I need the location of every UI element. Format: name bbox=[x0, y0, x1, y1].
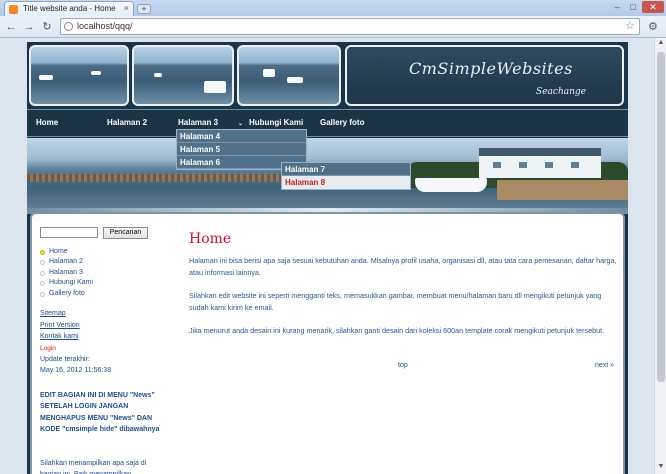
window-shape bbox=[545, 162, 553, 168]
submenu-item-halaman-4[interactable]: Halaman 4 bbox=[177, 130, 306, 143]
header-photo-3 bbox=[237, 45, 341, 106]
header-photo-1 bbox=[29, 45, 129, 106]
scroll-down-icon[interactable]: ▼ bbox=[656, 463, 666, 473]
url-text[interactable]: localhost/qqq/ bbox=[77, 19, 133, 34]
wrench-icon[interactable]: ⚙ bbox=[648, 20, 658, 33]
sidebar-item-home[interactable]: Home bbox=[40, 247, 93, 257]
new-tab-button[interactable]: + bbox=[137, 4, 151, 14]
boat-shape bbox=[415, 178, 487, 192]
submenu-item-halaman-7[interactable]: Halaman 7 bbox=[282, 163, 410, 176]
search-input[interactable] bbox=[40, 227, 98, 238]
browser-toolbar: ← → ↻ localhost/qqq/ ☆ ⚙ bbox=[0, 16, 666, 38]
page-viewport: CmSimpleWebsites Seachange Home Halaman … bbox=[0, 38, 654, 474]
site-container: CmSimpleWebsites Seachange Home Halaman … bbox=[27, 42, 628, 474]
next-link[interactable]: next » bbox=[595, 362, 614, 369]
maximize-button[interactable]: □ bbox=[626, 1, 640, 13]
boat-shape bbox=[154, 73, 162, 77]
close-window-button[interactable]: ✕ bbox=[642, 1, 664, 13]
reload-icon[interactable]: ↻ bbox=[40, 20, 54, 34]
content-paragraph: Silahkan edit website ini seperti mengga… bbox=[189, 291, 602, 312]
news-text: Silahkan menampilkan apa saja di bagian … bbox=[40, 460, 147, 474]
sidebar-item-hubungi-kami[interactable]: Hubungi Kami bbox=[40, 278, 93, 288]
login-link[interactable]: Login bbox=[40, 345, 56, 352]
scroll-up-icon[interactable]: ▲ bbox=[656, 39, 666, 49]
print-version-link[interactable]: Print Version bbox=[40, 322, 80, 329]
window-shape bbox=[493, 162, 501, 168]
window-shape bbox=[571, 162, 579, 168]
browser-titlebar: Title website anda - Home × + – □ ✕ bbox=[0, 0, 666, 16]
nav-halaman-2[interactable]: Halaman 2 bbox=[107, 118, 147, 127]
sidebar-menu: Home Halaman 2 Halaman 3 Hubungi Kami Ga… bbox=[40, 247, 93, 299]
minimize-button[interactable]: – bbox=[610, 1, 624, 13]
close-tab-icon[interactable]: × bbox=[124, 2, 129, 15]
site-logo[interactable]: CmSimpleWebsites Seachange bbox=[345, 45, 624, 106]
boat-shape bbox=[287, 77, 303, 83]
logo-subtitle: Seachange bbox=[536, 87, 586, 97]
content-paragraph: Jika menurut anda desain ini kurang mena… bbox=[189, 326, 605, 335]
nav-hubungi-kami[interactable]: Hubungi Kami bbox=[249, 118, 303, 127]
bookmark-star-icon[interactable]: ☆ bbox=[625, 19, 635, 34]
house-shape bbox=[479, 148, 601, 178]
chevron-down-icon: ⌄ bbox=[238, 121, 244, 127]
vertical-scrollbar[interactable]: ▲ ▼ bbox=[654, 38, 666, 474]
submenu-item-halaman-5[interactable]: Halaman 5 bbox=[177, 143, 306, 156]
boat-shape bbox=[263, 69, 275, 77]
back-icon[interactable]: ← bbox=[4, 20, 18, 34]
news-notice: EDIT BAGIAN INI DI MENU "News" SETELAH L… bbox=[40, 392, 160, 434]
favicon-icon bbox=[9, 5, 18, 14]
sidebar-item-halaman-3[interactable]: Halaman 3 bbox=[40, 268, 93, 278]
content-paragraph: Halaman ini bisa berisi apa saja sesuai … bbox=[189, 256, 617, 277]
submenu-item-halaman-8[interactable]: Halaman 8 bbox=[282, 176, 410, 189]
window-shape bbox=[519, 162, 527, 168]
sidebar-item-halaman-2[interactable]: Halaman 2 bbox=[40, 257, 93, 267]
last-updated-value: May 16, 2012 11:56:38 bbox=[40, 367, 112, 374]
content-panel: Pencarian Home Halaman 2 Halaman 3 Hubun… bbox=[30, 212, 625, 474]
nav-halaman-3[interactable]: Halaman 3 bbox=[178, 118, 218, 127]
address-bar[interactable]: localhost/qqq/ ☆ bbox=[60, 18, 640, 35]
boat-shape bbox=[39, 75, 53, 80]
tab-title: Title website anda - Home bbox=[23, 4, 116, 13]
submenu-halaman-6: Halaman 7 Halaman 8 bbox=[281, 162, 411, 190]
search-button[interactable]: Pencarian bbox=[103, 227, 148, 239]
page-title: Home bbox=[189, 231, 232, 247]
sidebar-item-gallery-foto[interactable]: Gallery foto bbox=[40, 289, 93, 299]
top-link[interactable]: top bbox=[398, 362, 408, 369]
logo-title: CmSimpleWebsites bbox=[409, 59, 573, 78]
scrollbar-thumb[interactable] bbox=[657, 52, 665, 382]
header-photo-2 bbox=[132, 45, 234, 106]
last-updated-label: Update terakhir: bbox=[40, 356, 90, 363]
shore-shape bbox=[497, 180, 628, 200]
nav-gallery-foto[interactable]: Gallery foto bbox=[320, 118, 364, 127]
contact-link[interactable]: Kontak kami bbox=[40, 333, 79, 340]
boat-shape bbox=[204, 81, 226, 93]
sitemap-link[interactable]: Sitemap bbox=[40, 310, 66, 317]
page-info-icon[interactable] bbox=[64, 22, 73, 31]
main-nav: Home Halaman 2 Halaman 3 ⌄ Hubungi Kami … bbox=[27, 109, 628, 137]
boat-shape bbox=[91, 71, 101, 75]
nav-home[interactable]: Home bbox=[36, 118, 58, 127]
forward-icon[interactable]: → bbox=[22, 20, 36, 34]
browser-tab[interactable]: Title website anda - Home × bbox=[4, 1, 134, 16]
